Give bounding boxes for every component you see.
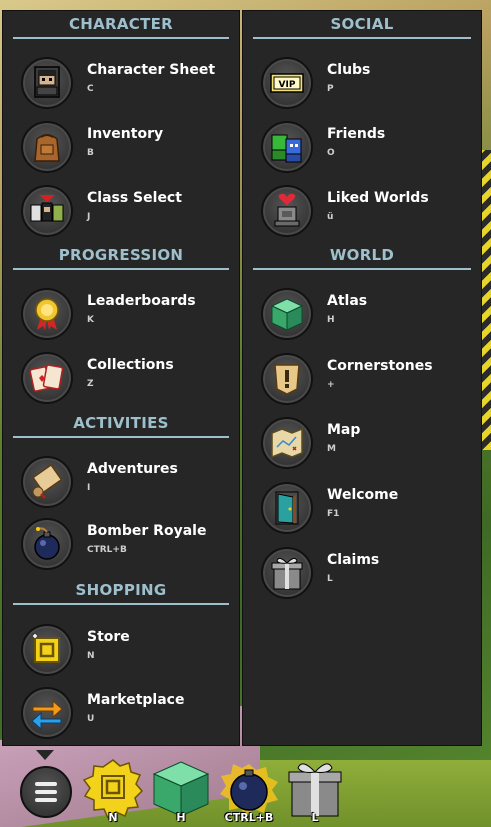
hotkey-label: H: [327, 315, 335, 325]
gift-box-icon: [271, 557, 303, 590]
menu-item-atlas[interactable]: Atlas H: [261, 286, 471, 342]
hotkey-label: +: [327, 380, 335, 390]
vip-ticket-icon: VIP: [270, 73, 304, 93]
backpack-icon: [34, 134, 60, 162]
hotbar-slot-store[interactable]: N: [80, 758, 146, 824]
hotkey-label: M: [327, 444, 336, 454]
menu-item-welcome[interactable]: Welcome F1: [261, 480, 471, 536]
menu-item-adventures[interactable]: Adventures I: [21, 454, 231, 510]
menu-item-label: Welcome: [327, 487, 399, 503]
menu-item-class-select[interactable]: Class Select J: [21, 183, 231, 239]
menu-item-character-sheet[interactable]: Character Sheet C: [21, 55, 231, 111]
section-title-character: CHARACTER: [13, 11, 229, 39]
menu-item-inventory[interactable]: Inventory B: [21, 119, 231, 175]
menu-item-label: Friends: [327, 126, 386, 142]
exchange-arrows-icon: [31, 699, 63, 731]
hotkey-label: J: [87, 212, 91, 222]
scroll-icon: [32, 464, 63, 499]
hotbar-slot-atlas[interactable]: H: [148, 758, 214, 824]
bomb-icon: [34, 527, 60, 560]
medal-icon: [35, 298, 59, 330]
map-icon: [271, 427, 303, 459]
hotkey-label: N: [87, 651, 95, 661]
menu-item-label: Adventures: [87, 461, 178, 477]
panel-pointer: [36, 750, 54, 760]
menu-item-collections[interactable]: Collections Z: [21, 350, 231, 406]
hotkey-label: I: [87, 483, 91, 493]
hotbar-slot-claims[interactable]: L: [282, 758, 348, 824]
menu-item-label: Clubs: [327, 62, 371, 78]
section-title-social: SOCIAL: [253, 11, 471, 39]
menu-item-label: Cornerstones: [327, 358, 433, 374]
friends-icon: [271, 134, 302, 163]
menu-item-label: Claims: [327, 552, 380, 568]
door-icon: [275, 491, 299, 525]
menu-item-label: Liked Worlds: [327, 190, 429, 206]
hotbar-key-label: L: [311, 811, 319, 824]
section-title-shopping: SHOPPING: [13, 577, 229, 605]
menu-item-leaderboards[interactable]: Leaderboards K: [21, 286, 231, 342]
svg-text:VIP: VIP: [279, 80, 296, 90]
hotkey-label: K: [87, 315, 94, 325]
menu-item-label: Leaderboards: [87, 293, 196, 309]
section-title-activities: ACTIVITIES: [13, 410, 229, 438]
section-title-progression: PROGRESSION: [13, 242, 229, 270]
hotkey-label: C: [87, 84, 94, 94]
main-menu-button[interactable]: [20, 766, 72, 818]
cards-icon: [29, 364, 64, 392]
atlas-cube-icon: [270, 298, 304, 331]
cornerstone-icon: [274, 364, 300, 395]
menu-item-bomber-royale[interactable]: Bomber Royale CTRL+B: [21, 516, 231, 572]
hotbar: N H CTRL+B L: [0, 750, 491, 827]
hotkey-label: P: [327, 84, 334, 94]
hotkey-label: ü: [327, 212, 334, 222]
menu-item-label: Inventory: [87, 126, 164, 142]
menu-item-cornerstones[interactable]: Cornerstones +: [261, 351, 471, 407]
hotbar-key-label: H: [176, 811, 186, 824]
menu-item-marketplace[interactable]: Marketplace U: [21, 685, 231, 741]
gift-box-icon: [288, 763, 342, 817]
menu-item-store[interactable]: Store N: [21, 622, 231, 678]
store-icon: [33, 634, 60, 663]
menu-item-label: Store: [87, 629, 130, 645]
menu-item-label: Collections: [87, 357, 174, 373]
hotbar-slot-bomber-royale[interactable]: CTRL+B: [216, 758, 282, 824]
character-sheet-icon: [34, 66, 60, 98]
hotbar-key-label: CTRL+B: [224, 811, 274, 824]
menu-item-map[interactable]: Map M: [261, 415, 471, 471]
menu-item-label: Class Select: [87, 190, 182, 206]
menu-item-label: Character Sheet: [87, 62, 216, 78]
menu-item-clubs[interactable]: VIP Clubs P: [261, 55, 471, 111]
hotkey-label: F1: [327, 509, 340, 519]
menu-item-label: Atlas: [327, 293, 368, 309]
menu-panel-left: CHARACTER Character Sheet C Inventory B: [2, 10, 240, 746]
menu-item-friends[interactable]: Friends O: [261, 119, 471, 175]
store-icon: [82, 759, 144, 820]
hotkey-label: CTRL+B: [87, 545, 127, 555]
heart-shrine-icon: [274, 193, 300, 227]
menu-item-claims[interactable]: Claims L: [261, 545, 471, 601]
section-title-world: WORLD: [253, 242, 471, 270]
menu-item-liked-worlds[interactable]: Liked Worlds ü: [261, 183, 471, 239]
hotkey-label: U: [87, 714, 95, 724]
hotkey-label: B: [87, 148, 94, 158]
menu-item-label: Bomber Royale: [87, 523, 207, 539]
hotkey-label: L: [327, 574, 333, 584]
class-select-icon: [30, 195, 64, 222]
menu-panel-right: SOCIAL VIP Clubs P Friends O Liked World…: [242, 10, 482, 746]
menu-item-label: Map: [327, 422, 361, 438]
hotbar-key-label: N: [108, 811, 118, 824]
atlas-cube-icon: [152, 761, 210, 817]
hotkey-label: Z: [87, 379, 94, 389]
bomb-icon: [220, 764, 278, 816]
hotkey-label: O: [327, 148, 335, 158]
menu-item-label: Marketplace: [87, 692, 185, 708]
